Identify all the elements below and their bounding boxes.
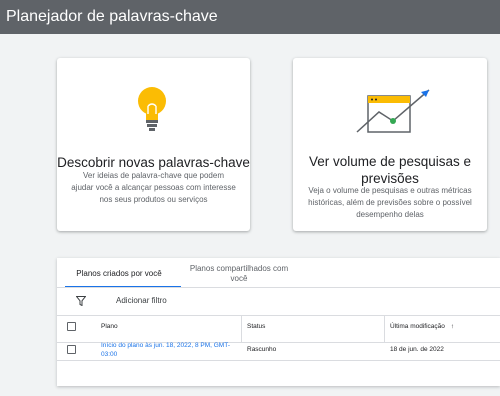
plans-panel: Planos criados por você Planos compartil… [57,258,500,386]
column-divider [384,316,385,342]
column-header-status[interactable]: Status [247,323,265,330]
plan-name-link[interactable]: Início do plano às jun. 18, 2022, 8 PM, … [101,341,231,359]
lightbulb-icon [138,87,166,131]
divider [57,360,500,361]
card-title: Ver volume de pesquisas e previsões [308,154,472,186]
card-description: Veja o volume de pesquisas e outras métr… [308,186,472,219]
top-bar: Planejador de palavras-chave [0,0,500,34]
divider [57,287,500,288]
column-divider [241,316,242,342]
select-all-checkbox[interactable] [67,322,76,331]
column-header-label: Última modificação [390,323,445,330]
plan-status: Rascunho [247,346,277,353]
tab-label: Planos criados por você [76,269,162,278]
column-header-plan[interactable]: Plano [101,323,118,330]
tab-created-plans[interactable]: Planos criados por você [57,258,181,288]
sort-ascending-icon: ↑ [450,323,454,330]
card-title: Descobrir novas palavras-chave [57,155,250,170]
page-title: Planejador de palavras-chave [6,8,218,25]
filter-icon[interactable] [76,296,86,306]
card-description: Ver ideias de palavra-chave que podem aj… [71,171,236,204]
tab-shared-plans[interactable]: Planos compartilhados com você [183,264,295,284]
search-volume-card[interactable]: Ver volume de pesquisas e previsões Veja… [293,58,487,231]
chart-trend-icon [356,89,430,133]
row-checkbox[interactable] [67,345,76,354]
discover-keywords-card[interactable]: Descobrir novas palavras-chave Ver ideia… [57,58,250,231]
plan-modified-date: 18 de jun. de 2022 [390,346,444,353]
divider [57,315,500,316]
column-header-modified[interactable]: Última modificação ↑ [390,323,454,330]
add-filter-button[interactable]: Adicionar filtro [116,296,167,305]
